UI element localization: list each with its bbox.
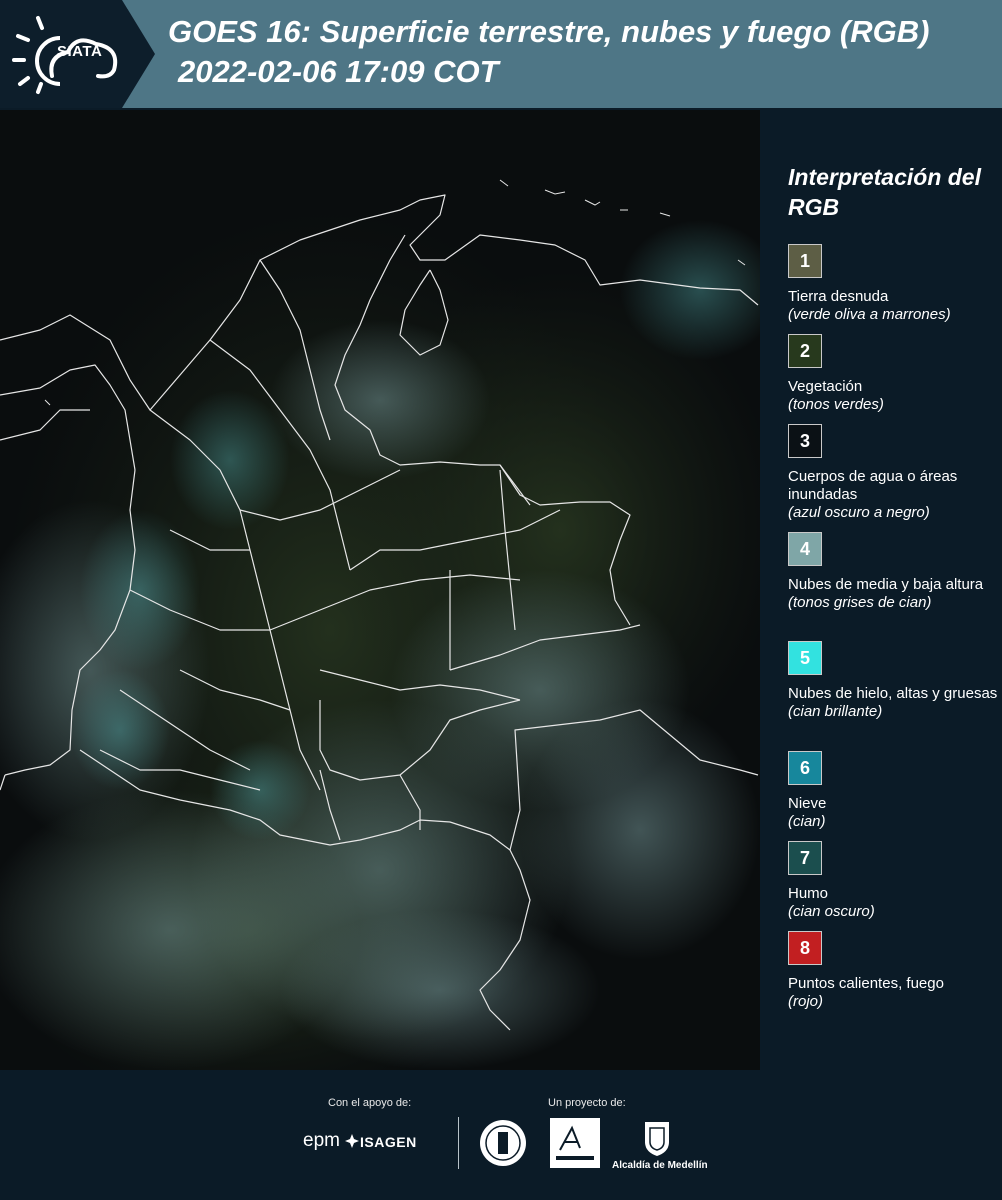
page-title: GOES 16: Superficie terrestre, nubes y f… <box>168 14 930 49</box>
legend-item-bare-soil: 1 Tierra desnuda (verde oliva a marrones… <box>788 244 1000 324</box>
footer: Con el apoyo de: Un proyecto de: epm ISA… <box>0 1070 1002 1200</box>
cloud-patch <box>280 910 600 1070</box>
page-subtitle: 2022-02-06 17:09 COT <box>178 54 499 89</box>
siata-logo: SIATA <box>0 0 155 108</box>
legend-item-water: 3 Cuerpos de agua o áreas inundadas (azu… <box>788 424 1000 522</box>
legend-desc: (azul oscuro a negro) <box>788 504 930 521</box>
legend-item-vegetation: 2 Vegetación (tonos verdes) <box>788 334 1000 414</box>
alcaldia-label: Alcaldía de Medellín <box>612 1160 708 1171</box>
legend-item-fire: 8 Puntos calientes, fuego (rojo) <box>788 931 1000 1011</box>
legend-swatch: 5 <box>788 641 822 675</box>
legend-label: Nubes de media y baja altura <box>788 576 984 593</box>
legend-item-smoke: 7 Humo (cian oscuro) <box>788 841 1000 921</box>
isagen-logo: ISAGEN <box>360 1134 417 1150</box>
area-metropolitana-logo-icon <box>550 1118 600 1168</box>
header-bar: SIATA GOES 16: Superficie terrestre, nub… <box>0 0 1002 108</box>
legend-swatch: 2 <box>788 334 822 368</box>
medellin-crest-icon <box>645 1122 669 1156</box>
legend-label: Vegetación <box>788 378 863 395</box>
legend-desc: (cian) <box>788 813 826 830</box>
isagen-star-icon <box>345 1134 359 1148</box>
legend-label: Tierra desnuda <box>788 288 889 305</box>
legend-swatch: 3 <box>788 424 822 458</box>
legend-item-ice-clouds: 5 Nubes de hielo, altas y gruesas (cian … <box>788 641 1000 721</box>
legend-item-snow: 6 Nieve (cian) <box>788 751 1000 831</box>
legend-item-low-clouds: 4 Nubes de media y baja altura (tonos gr… <box>788 532 1000 612</box>
legend-label: Puntos calientes, fuego <box>788 975 944 992</box>
legend-swatch: 6 <box>788 751 822 785</box>
satellite-map <box>0 110 760 1070</box>
legend-desc: (cian oscuro) <box>788 903 875 920</box>
legend-desc: (tonos grises de cian) <box>788 594 932 611</box>
legend-label: Humo <box>788 885 829 902</box>
medellin-seal-icon <box>480 1120 526 1166</box>
cloud-patch <box>80 510 200 670</box>
legend-swatch: 7 <box>788 841 822 875</box>
map-svg <box>0 179 760 1070</box>
legend-swatch: 8 <box>788 931 822 965</box>
legend-desc: (rojo) <box>788 993 824 1010</box>
cloud-patch <box>520 700 760 960</box>
cloud-patch <box>70 670 170 790</box>
legend-swatch: 1 <box>788 244 822 278</box>
legend-desc: (verde oliva a marrones) <box>788 306 951 323</box>
legend-desc: (tonos verdes) <box>788 396 884 413</box>
footer-divider <box>458 1117 459 1169</box>
legend-swatch: 4 <box>788 532 822 566</box>
logo-text: SIATA <box>57 43 103 60</box>
project-label: Un proyecto de: <box>548 1097 626 1109</box>
cloud-patch <box>170 390 290 530</box>
epm-logo: epm <box>303 1130 340 1151</box>
support-label: Con el apoyo de: <box>328 1097 412 1109</box>
legend-label: Cuerpos de agua o áreas inundadas <box>788 468 958 503</box>
legend-desc: (cian brillante) <box>788 703 883 720</box>
legend-panel: Interpretación del RGB 1 Tierra desnuda … <box>762 110 1002 1070</box>
legend-label: Nubes de hielo, altas y gruesas <box>788 685 998 702</box>
legend-label: Nieve <box>788 795 827 812</box>
legend-title: Interpretación del RGB <box>788 164 981 220</box>
